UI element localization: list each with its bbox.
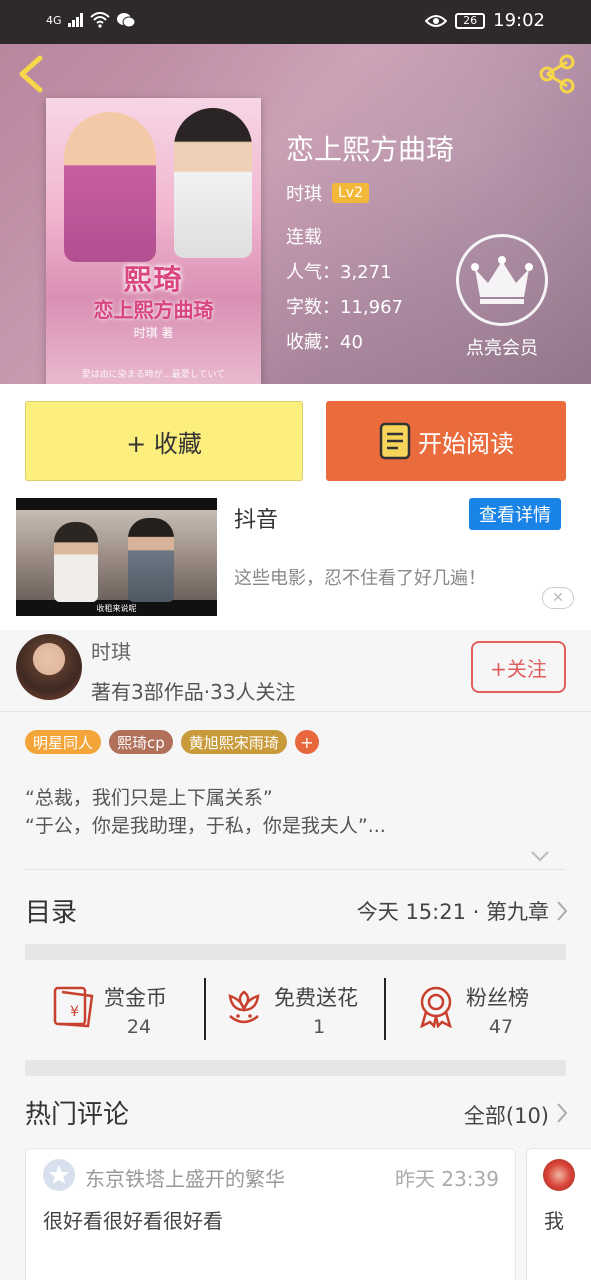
- ad-banner[interactable]: 收租来说呢 抖音 查看详情 这些电影，忍不住看了好几遍！ ✕: [0, 494, 591, 630]
- book-author[interactable]: 时琪: [286, 180, 322, 206]
- cover-author: 时琪 著: [133, 326, 174, 340]
- comments-header: 热门评论 全部(10): [0, 1076, 591, 1146]
- word-count: 字数：11,967: [286, 297, 403, 318]
- reward-coins-label: 赏金币: [104, 986, 167, 1010]
- tag-item[interactable]: 明星同人: [25, 730, 102, 754]
- start-reading-button[interactable]: 开始阅读: [326, 401, 566, 481]
- chevron-down-icon[interactable]: [530, 846, 550, 866]
- ad-person-2: [128, 518, 174, 602]
- flower-icon: [228, 990, 260, 1024]
- eye-icon: [425, 14, 448, 27]
- favorite-count: 收藏：40: [286, 332, 363, 353]
- toc-title: 目录: [25, 898, 78, 928]
- ad-person-1: [54, 522, 98, 602]
- book-title: 恋上熙方曲琦: [286, 133, 455, 166]
- cover-figure-girl: [64, 112, 156, 262]
- avatar[interactable]: [543, 1159, 575, 1191]
- signal-icon: [67, 13, 83, 27]
- crown-icon: [456, 234, 548, 326]
- add-tag-button[interactable]: +: [294, 730, 319, 754]
- chevron-right-icon: [557, 901, 568, 921]
- comment-card[interactable]: 我: [526, 1148, 591, 1280]
- free-flower-label: 免费送花: [274, 986, 358, 1010]
- comment-username[interactable]: 东京铁塔上盛开的繁华: [85, 1163, 285, 1192]
- tag-item[interactable]: 熙琦cp: [109, 730, 173, 754]
- share-icon[interactable]: [535, 52, 579, 96]
- comments-title: 热门评论: [25, 1100, 130, 1130]
- book-meta: 连载 人气：3,271 字数：11,967 收藏：40: [286, 226, 403, 366]
- section-separator: [25, 1060, 566, 1076]
- chevron-right-icon: [557, 1103, 568, 1123]
- avatar[interactable]: [16, 634, 82, 700]
- popularity: 人气：3,271: [286, 262, 392, 283]
- cover-subtitle: 恋上熙方曲琦: [93, 298, 214, 322]
- vip-button[interactable]: 点亮会员: [456, 234, 548, 360]
- ad-video-caption: 收租来说呢: [96, 604, 137, 613]
- reward-coins-value: 24: [126, 1016, 152, 1038]
- author-level-badge: Lv2: [332, 183, 369, 203]
- status-left: 4G: [46, 12, 136, 28]
- svg-text:¥: ¥: [70, 1004, 79, 1020]
- network-label: 4G: [46, 13, 62, 27]
- clock: 19:02: [493, 10, 545, 31]
- close-icon[interactable]: ✕: [542, 587, 574, 609]
- book-author-row: 时琪 Lv2: [286, 180, 369, 206]
- comment-time: 昨天 23:39: [395, 1167, 499, 1191]
- toc-latest-chapter: 今天 15:21 · 第九章: [356, 900, 549, 924]
- table-of-contents-row[interactable]: 目录 今天 15:21 · 第九章: [0, 876, 591, 944]
- book-cover[interactable]: 熙琦 恋上熙方曲琦 时琪 著 愛は由に染まる時が…最愛していて: [46, 98, 261, 384]
- book-detail-page: 4G 26 19:02 熙琦 恋上熙方曲琦 时琪 著 愛は由に染まる時が…最愛し…: [0, 0, 591, 1280]
- vip-label: 点亮会员: [466, 338, 538, 359]
- cover-title: 熙琦: [123, 263, 184, 296]
- ad-title: 抖音: [234, 508, 279, 533]
- fan-rank-value: 47: [488, 1016, 514, 1038]
- wifi-icon: [89, 12, 110, 28]
- fan-rank-label: 粉丝榜: [466, 986, 529, 1010]
- stats-row: ¥ 赏金币 24 免费送花 1 粉丝榜 47: [0, 960, 591, 1060]
- status-bar: 4G 26 19:02: [0, 0, 591, 44]
- book-intro: “总裁，我们只是上下属关系” “于公，你是我助理，于私，你是我夫人”...: [25, 784, 386, 840]
- book-icon: [379, 422, 411, 460]
- battery-icon: 26: [455, 12, 486, 29]
- red-envelope-icon: ¥: [53, 986, 94, 1028]
- book-header: 熙琦 恋上熙方曲琦 时琪 著 愛は由に染まる時が…最愛していて 恋上熙方曲琦 时…: [0, 44, 591, 384]
- start-reading-label: 开始阅读: [418, 429, 514, 458]
- medal-icon: [420, 986, 452, 1028]
- ad-detail-button[interactable]: 查看详情: [469, 498, 561, 530]
- divider: [384, 978, 386, 1040]
- ad-description: 这些电影，忍不住看了好几遍！: [234, 568, 486, 589]
- comment-card[interactable]: 东京铁塔上盛开的繁华 昨天 23:39 很好看很好看很好看: [25, 1148, 516, 1280]
- all-comments-link[interactable]: 全部(10): [464, 1100, 549, 1130]
- ad-scene: [16, 510, 217, 600]
- status-right: 26 19:02: [425, 10, 545, 31]
- action-bar: + 收藏 开始阅读: [0, 384, 591, 494]
- ad-video-thumbnail[interactable]: 收租来说呢: [16, 498, 217, 616]
- author-card-name: 时琪: [91, 640, 131, 664]
- free-flower-value: 1: [312, 1016, 326, 1038]
- comment-text: 很好看很好看很好看: [43, 1209, 223, 1233]
- author-card[interactable]: 时琪 著有3部作品·33人关注 +关注: [0, 630, 591, 712]
- wechat-icon: [116, 13, 136, 28]
- follow-button[interactable]: +关注: [471, 641, 566, 693]
- cover-footnote: 愛は由に染まる時が…最愛していて: [81, 370, 226, 380]
- avatar[interactable]: [43, 1159, 75, 1191]
- back-arrow-icon[interactable]: [14, 54, 50, 94]
- serial-status: 连载: [286, 227, 322, 248]
- add-favorite-button[interactable]: + 收藏: [25, 401, 303, 481]
- comment-text: 我: [544, 1209, 564, 1233]
- intro-line: “总裁，我们只是上下属关系”: [25, 787, 273, 809]
- cover-figure-boy: [174, 108, 252, 258]
- author-card-stats: 著有3部作品·33人关注: [91, 680, 296, 704]
- star-icon: [49, 1165, 69, 1184]
- divider: [25, 869, 566, 870]
- divider: [204, 978, 206, 1040]
- intro-line: “于公，你是我助理，于私，你是我夫人”...: [25, 815, 386, 837]
- section-separator: [25, 944, 566, 960]
- tag-item[interactable]: 黄旭熙宋雨琦: [180, 730, 287, 754]
- tag-list: 明星同人 熙琦cp 黄旭熙宋雨琦 +: [25, 730, 319, 754]
